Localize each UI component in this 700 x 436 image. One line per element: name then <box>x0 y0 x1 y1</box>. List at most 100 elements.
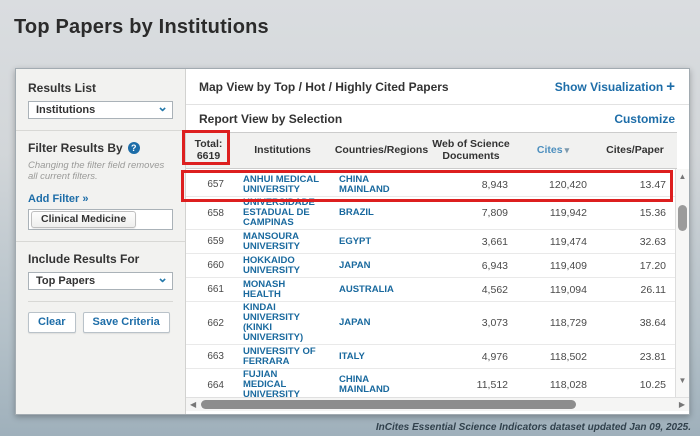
include-results-dropdown[interactable]: Top Papers ⌄ <box>28 272 173 290</box>
scroll-up-icon[interactable]: ▲ <box>676 172 689 181</box>
country-link[interactable]: JAPAN <box>334 318 429 328</box>
scroll-left-icon[interactable]: ◀ <box>190 400 196 409</box>
rank-value: 664 <box>207 380 231 391</box>
rank-value: 661 <box>207 284 231 295</box>
page-title: Top Papers by Institutions <box>14 16 269 39</box>
wos-documents-value: 3,661 <box>482 236 513 248</box>
scroll-right-icon[interactable]: ▶ <box>679 400 685 409</box>
institution-link[interactable]: FUJIAN MEDICAL UNIVERSITY <box>231 370 334 397</box>
total-count-cell: Total: 6619 <box>186 139 231 162</box>
country-link[interactable]: JAPAN <box>334 261 429 271</box>
table-row[interactable]: 660 HOKKAIDO UNIVERSITY JAPAN 6,943 119,… <box>186 254 677 278</box>
customize-link[interactable]: Customize <box>614 112 675 126</box>
rank-value: 660 <box>207 260 231 271</box>
institution-link[interactable]: HOKKAIDO UNIVERSITY <box>231 256 334 276</box>
column-header-wos-documents: Web of Science Documents <box>429 139 513 162</box>
rank-value: 663 <box>207 351 231 362</box>
include-results-selected-value: Top Papers <box>36 275 95 287</box>
cites-value: 118,028 <box>550 379 593 391</box>
map-view-title: Map View by Top / Hot / Highly Cited Pap… <box>199 80 449 94</box>
report-view-bar: Report View by Selection Customize <box>186 105 689 132</box>
cites-value: 119,409 <box>550 260 593 272</box>
vertical-scrollbar[interactable]: ▲ ▼ <box>675 169 689 397</box>
wos-documents-value: 3,073 <box>482 317 513 329</box>
cites-per-paper-value: 10.25 <box>640 379 677 391</box>
table-row[interactable]: 664 FUJIAN MEDICAL UNIVERSITY CHINA MAIN… <box>186 369 677 397</box>
country-link[interactable]: ITALY <box>334 352 429 362</box>
horizontal-scrollbar-thumb[interactable] <box>201 400 576 409</box>
table-row[interactable]: 663 UNIVERSITY OF FERRARA ITALY 4,976 11… <box>186 345 677 369</box>
rank-value: 658 <box>207 208 231 219</box>
save-criteria-button[interactable]: Save Criteria <box>83 312 170 333</box>
filter-chip-clinical-medicine[interactable]: Clinical Medicine <box>31 211 136 228</box>
plus-icon: + <box>666 78 675 95</box>
institution-link[interactable]: MANSOURA UNIVERSITY <box>231 232 334 252</box>
main-content: Map View by Top / Hot / Highly Cited Pap… <box>186 69 689 414</box>
sort-descending-icon: ▾ <box>565 145 570 155</box>
table-row[interactable]: 658 UNIVERSIDADE ESTADUAL DE CAMPINAS BR… <box>186 197 677 230</box>
include-results-for-label: Include Results For <box>28 252 173 266</box>
table-row[interactable]: 657 ANHUI MEDICAL UNIVERSITY CHINA MAINL… <box>186 173 677 197</box>
dataset-updated-note: InCites Essential Science Indicators dat… <box>376 422 691 433</box>
add-filter-link[interactable]: Add Filter » <box>28 193 89 205</box>
cites-per-paper-value: 26.11 <box>641 284 678 296</box>
rank-value: 659 <box>207 236 231 247</box>
cites-per-paper-value: 15.36 <box>640 207 677 219</box>
sidebar-divider <box>28 301 173 302</box>
content-panel: Results List Institutions ⌄ Filter Resul… <box>15 68 690 415</box>
cites-per-paper-value: 13.47 <box>640 179 677 191</box>
chevron-down-icon: ⌄ <box>157 103 168 111</box>
institution-link[interactable]: ANHUI MEDICAL UNIVERSITY <box>231 175 334 195</box>
cites-value: 119,474 <box>550 236 593 248</box>
active-filter-field[interactable]: Clinical Medicine <box>28 209 173 230</box>
wos-documents-value: 4,976 <box>482 351 513 363</box>
country-link[interactable]: CHINA MAINLAND <box>334 175 429 195</box>
institution-link[interactable]: UNIVERSITY OF FERRARA <box>231 347 334 367</box>
cites-value: 119,942 <box>550 207 593 219</box>
cites-value: 118,502 <box>550 351 593 363</box>
table-row[interactable]: 659 MANSOURA UNIVERSITY EGYPT 3,661 119,… <box>186 230 677 254</box>
filter-results-by-label: Filter Results By <box>28 141 123 155</box>
rank-value: 662 <box>207 318 231 329</box>
column-header-institutions: Institutions <box>231 145 334 157</box>
wos-documents-value: 6,943 <box>482 260 513 272</box>
country-link[interactable]: CHINA MAINLAND <box>334 375 429 395</box>
vertical-scrollbar-thumb[interactable] <box>678 205 687 231</box>
wos-documents-value: 8,943 <box>482 179 513 191</box>
results-list-selected-value: Institutions <box>36 104 95 116</box>
wos-documents-value: 7,809 <box>482 207 513 219</box>
sidebar-divider <box>16 130 185 131</box>
map-view-bar: Map View by Top / Hot / Highly Cited Pap… <box>186 69 689 105</box>
column-header-cites-sort[interactable]: Cites▾ <box>513 145 593 157</box>
sidebar-divider <box>16 241 185 242</box>
cites-value: 118,729 <box>550 317 593 329</box>
table-row[interactable]: 662 KINDAI UNIVERSITY (KINKI UNIVERSITY)… <box>186 302 677 345</box>
help-icon[interactable]: ? <box>128 142 140 154</box>
country-link[interactable]: BRAZIL <box>334 208 429 218</box>
table-row[interactable]: 661 MONASH HEALTH AUSTRALIA 4,562 119,09… <box>186 278 677 302</box>
institution-link[interactable]: KINDAI UNIVERSITY (KINKI UNIVERSITY) <box>231 303 334 343</box>
sidebar: Results List Institutions ⌄ Filter Resul… <box>16 69 186 414</box>
institution-link[interactable]: UNIVERSIDADE ESTADUAL DE CAMPINAS <box>231 198 334 228</box>
institution-link[interactable]: MONASH HEALTH <box>231 280 334 300</box>
country-link[interactable]: AUSTRALIA <box>334 285 429 295</box>
column-header-countries: Countries/Regions <box>334 145 429 157</box>
clear-button[interactable]: Clear <box>28 312 76 333</box>
results-list-label: Results List <box>28 81 173 95</box>
table-body: UNIVERSITY 657 ANHUI MEDICAL UNIVERSITY … <box>186 169 677 397</box>
results-list-dropdown[interactable]: Institutions ⌄ <box>28 101 173 119</box>
cites-per-paper-value: 23.81 <box>640 351 677 363</box>
cites-value: 120,420 <box>549 179 593 191</box>
institution-link-clipped[interactable]: UNIVERSITY <box>231 169 334 172</box>
scroll-down-icon[interactable]: ▼ <box>676 376 689 385</box>
table-header-row: Total: 6619 Institutions Countries/Regio… <box>186 132 677 169</box>
country-link[interactable]: EGYPT <box>334 237 429 247</box>
cites-per-paper-value: 38.64 <box>640 317 677 329</box>
horizontal-scrollbar[interactable]: ◀ ▶ <box>186 397 689 411</box>
show-visualization-link[interactable]: Show Visualization+ <box>555 78 675 95</box>
report-view-title: Report View by Selection <box>199 112 342 126</box>
wos-documents-value: 4,562 <box>482 284 513 296</box>
chevron-down-icon: ⌄ <box>157 274 168 282</box>
rank-value: 657 <box>207 179 231 190</box>
wos-documents-value: 11,512 <box>477 379 513 391</box>
